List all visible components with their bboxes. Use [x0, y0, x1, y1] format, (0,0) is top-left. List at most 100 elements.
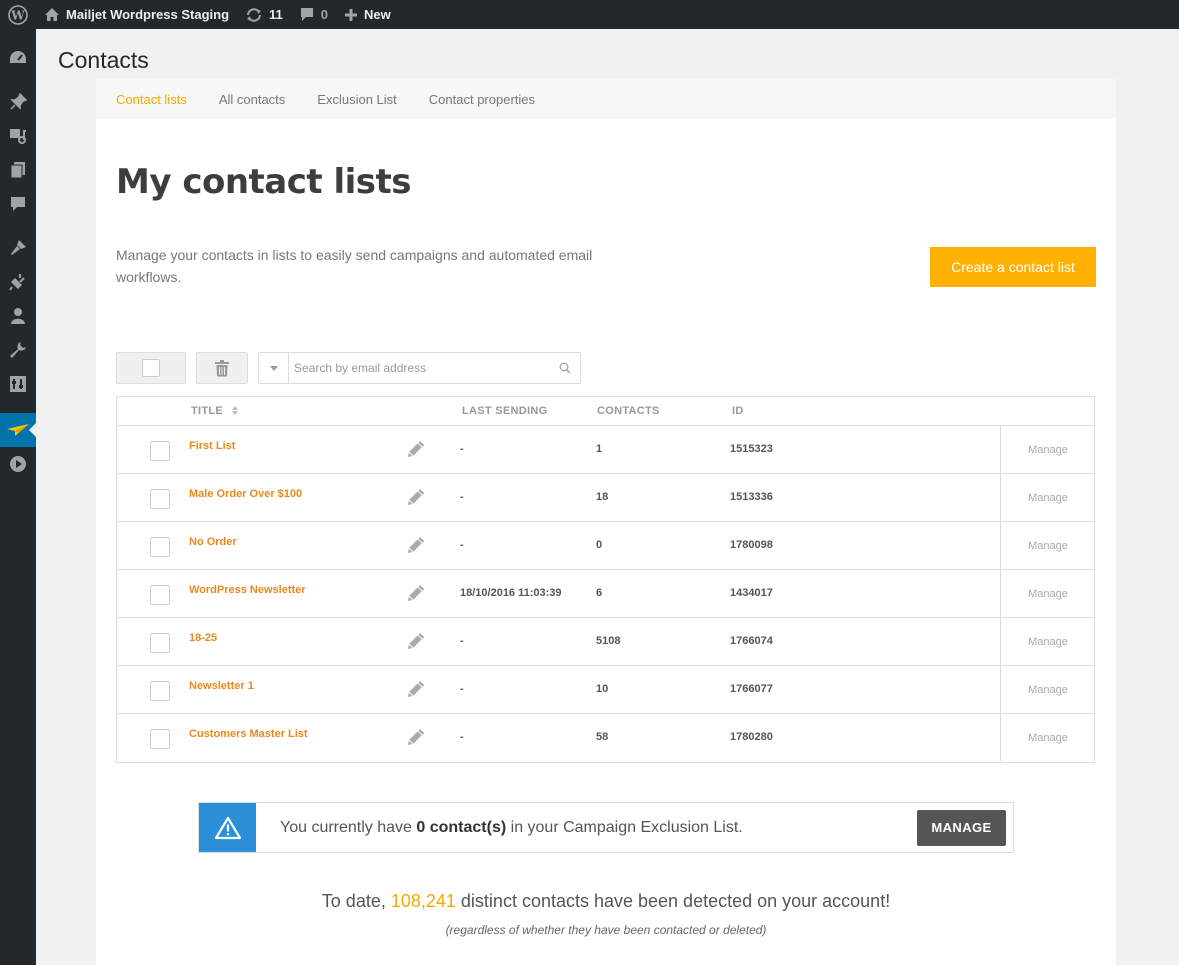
comments-link[interactable]: 0 — [291, 0, 336, 29]
manage-list-button[interactable]: Manage — [1000, 474, 1095, 521]
manage-list-button[interactable]: Manage — [1000, 714, 1095, 761]
last-sending-value: - — [460, 635, 464, 647]
row-checkbox[interactable] — [150, 441, 170, 461]
tab-all-contacts[interactable]: All contacts — [219, 92, 285, 107]
menu-plugins[interactable] — [0, 265, 36, 299]
plus-icon — [345, 8, 357, 21]
list-id-value: 1766077 — [730, 683, 773, 695]
totals-suffix: distinct contacts have been detected on … — [455, 891, 891, 911]
edit-list-name[interactable] — [407, 680, 425, 701]
last-sending-value: - — [460, 539, 464, 551]
edit-list-name[interactable] — [407, 632, 425, 653]
edit-pencil-icon[interactable] — [407, 488, 425, 506]
row-checkbox[interactable] — [150, 489, 170, 509]
edit-list-name[interactable] — [407, 488, 425, 509]
updates-link[interactable]: 11 — [237, 0, 291, 29]
wordpress-menu[interactable]: W — [0, 0, 36, 29]
menu-settings[interactable] — [0, 367, 36, 401]
comment-icon — [300, 8, 313, 21]
list-id-value: 1515323 — [730, 443, 773, 455]
exclusion-count: 0 contact(s) — [416, 818, 507, 836]
list-id-value: 1513336 — [730, 491, 773, 503]
site-name-link[interactable]: Mailjet Wordpress Staging — [36, 0, 237, 29]
list-name-link[interactable]: First List — [189, 440, 235, 452]
menu-tools[interactable] — [0, 333, 36, 367]
list-name-link[interactable]: Newsletter 1 — [189, 680, 254, 692]
select-all-toggle[interactable] — [116, 352, 186, 384]
column-id-header: ID — [732, 405, 744, 417]
search-filter-dropdown[interactable] — [259, 353, 289, 383]
menu-comments[interactable] — [0, 187, 36, 221]
menu-dashboard[interactable] — [0, 41, 36, 75]
column-title-label: TITLE — [191, 405, 224, 417]
tab-contact-properties[interactable]: Contact properties — [429, 92, 535, 107]
search-submit[interactable] — [550, 362, 580, 374]
list-name-link[interactable]: Male Order Over $100 — [189, 488, 302, 500]
menu-collapse[interactable] — [0, 447, 36, 481]
row-checkbox[interactable] — [150, 585, 170, 605]
menu-media[interactable] — [0, 119, 36, 153]
select-all-checkbox[interactable] — [142, 359, 160, 377]
row-checkbox[interactable] — [150, 729, 170, 749]
edit-pencil-icon[interactable] — [407, 536, 425, 554]
new-content-link[interactable]: New — [336, 0, 399, 29]
menu-users[interactable] — [0, 299, 36, 333]
comments-count: 0 — [320, 7, 328, 22]
menu-pages[interactable] — [0, 153, 36, 187]
manage-exclusion-button[interactable]: MANAGE — [917, 809, 1006, 846]
contacts-count-value: 0 — [596, 539, 603, 551]
menu-mailjet[interactable] — [0, 413, 36, 447]
edit-list-name[interactable] — [407, 440, 425, 461]
pin-icon — [10, 93, 27, 110]
list-name-link[interactable]: No Order — [189, 536, 237, 548]
edit-pencil-icon[interactable] — [407, 584, 425, 602]
manage-list-button[interactable]: Manage — [1000, 426, 1095, 473]
edit-pencil-icon[interactable] — [407, 680, 425, 698]
table-row: First List - 1 1515323 Manage — [117, 426, 1094, 474]
row-checkbox[interactable] — [150, 537, 170, 557]
dashboard-icon — [10, 51, 26, 63]
list-name-link[interactable]: 18-25 — [189, 632, 217, 644]
plugins-icon — [9, 274, 25, 291]
svg-text:W: W — [10, 8, 25, 22]
admin-bar: W Mailjet Wordpress Staging 11 0 New — [0, 0, 1179, 29]
search-input[interactable] — [289, 354, 550, 382]
table-row: WordPress Newsletter 18/10/2016 11:03:39 6… — [117, 570, 1094, 618]
contacts-count-value: 1 — [596, 443, 603, 455]
wordpress-logo-icon: W — [8, 4, 28, 25]
list-id-value: 1434017 — [730, 587, 773, 599]
manage-list-button[interactable]: Manage — [1000, 666, 1095, 713]
totals-prefix: To date, — [321, 891, 391, 911]
menu-appearance[interactable] — [0, 231, 36, 265]
row-checkbox[interactable] — [150, 633, 170, 653]
updates-icon — [247, 7, 262, 22]
menu-posts[interactable] — [0, 85, 36, 119]
list-id-value: 1766074 — [730, 635, 773, 647]
warning-icon — [214, 816, 241, 839]
contacts-count-value: 18 — [596, 491, 609, 503]
tab-exclusion-list[interactable]: Exclusion List — [317, 92, 396, 107]
row-checkbox[interactable] — [150, 681, 170, 701]
exclusion-suffix: in your Campaign Exclusion List. — [506, 818, 743, 836]
last-sending-value: - — [460, 683, 464, 695]
manage-list-button[interactable]: Manage — [1000, 570, 1095, 617]
play-icon — [10, 456, 26, 472]
edit-pencil-icon[interactable] — [407, 728, 425, 746]
total-contacts-text: To date, 108,241 distinct contacts have … — [96, 891, 1116, 912]
column-title-header[interactable]: TITLE — [191, 405, 239, 417]
exclusion-prefix: You currently have — [280, 818, 417, 836]
edit-pencil-icon[interactable] — [407, 440, 425, 458]
edit-list-name[interactable] — [407, 584, 425, 605]
manage-list-button[interactable]: Manage — [1000, 522, 1095, 569]
delete-button[interactable] — [196, 352, 248, 384]
manage-list-button[interactable]: Manage — [1000, 618, 1095, 665]
section-title: My contact lists — [116, 162, 412, 202]
tab-contact-lists[interactable]: Contact lists — [116, 92, 187, 107]
list-name-link[interactable]: Customers Master List — [189, 728, 308, 740]
edit-pencil-icon[interactable] — [407, 632, 425, 650]
edit-list-name[interactable] — [407, 728, 425, 749]
last-sending-value: - — [460, 443, 464, 455]
list-name-link[interactable]: WordPress Newsletter — [189, 584, 306, 596]
edit-list-name[interactable] — [407, 536, 425, 557]
create-contact-list-button[interactable]: Create a contact list — [930, 247, 1096, 287]
